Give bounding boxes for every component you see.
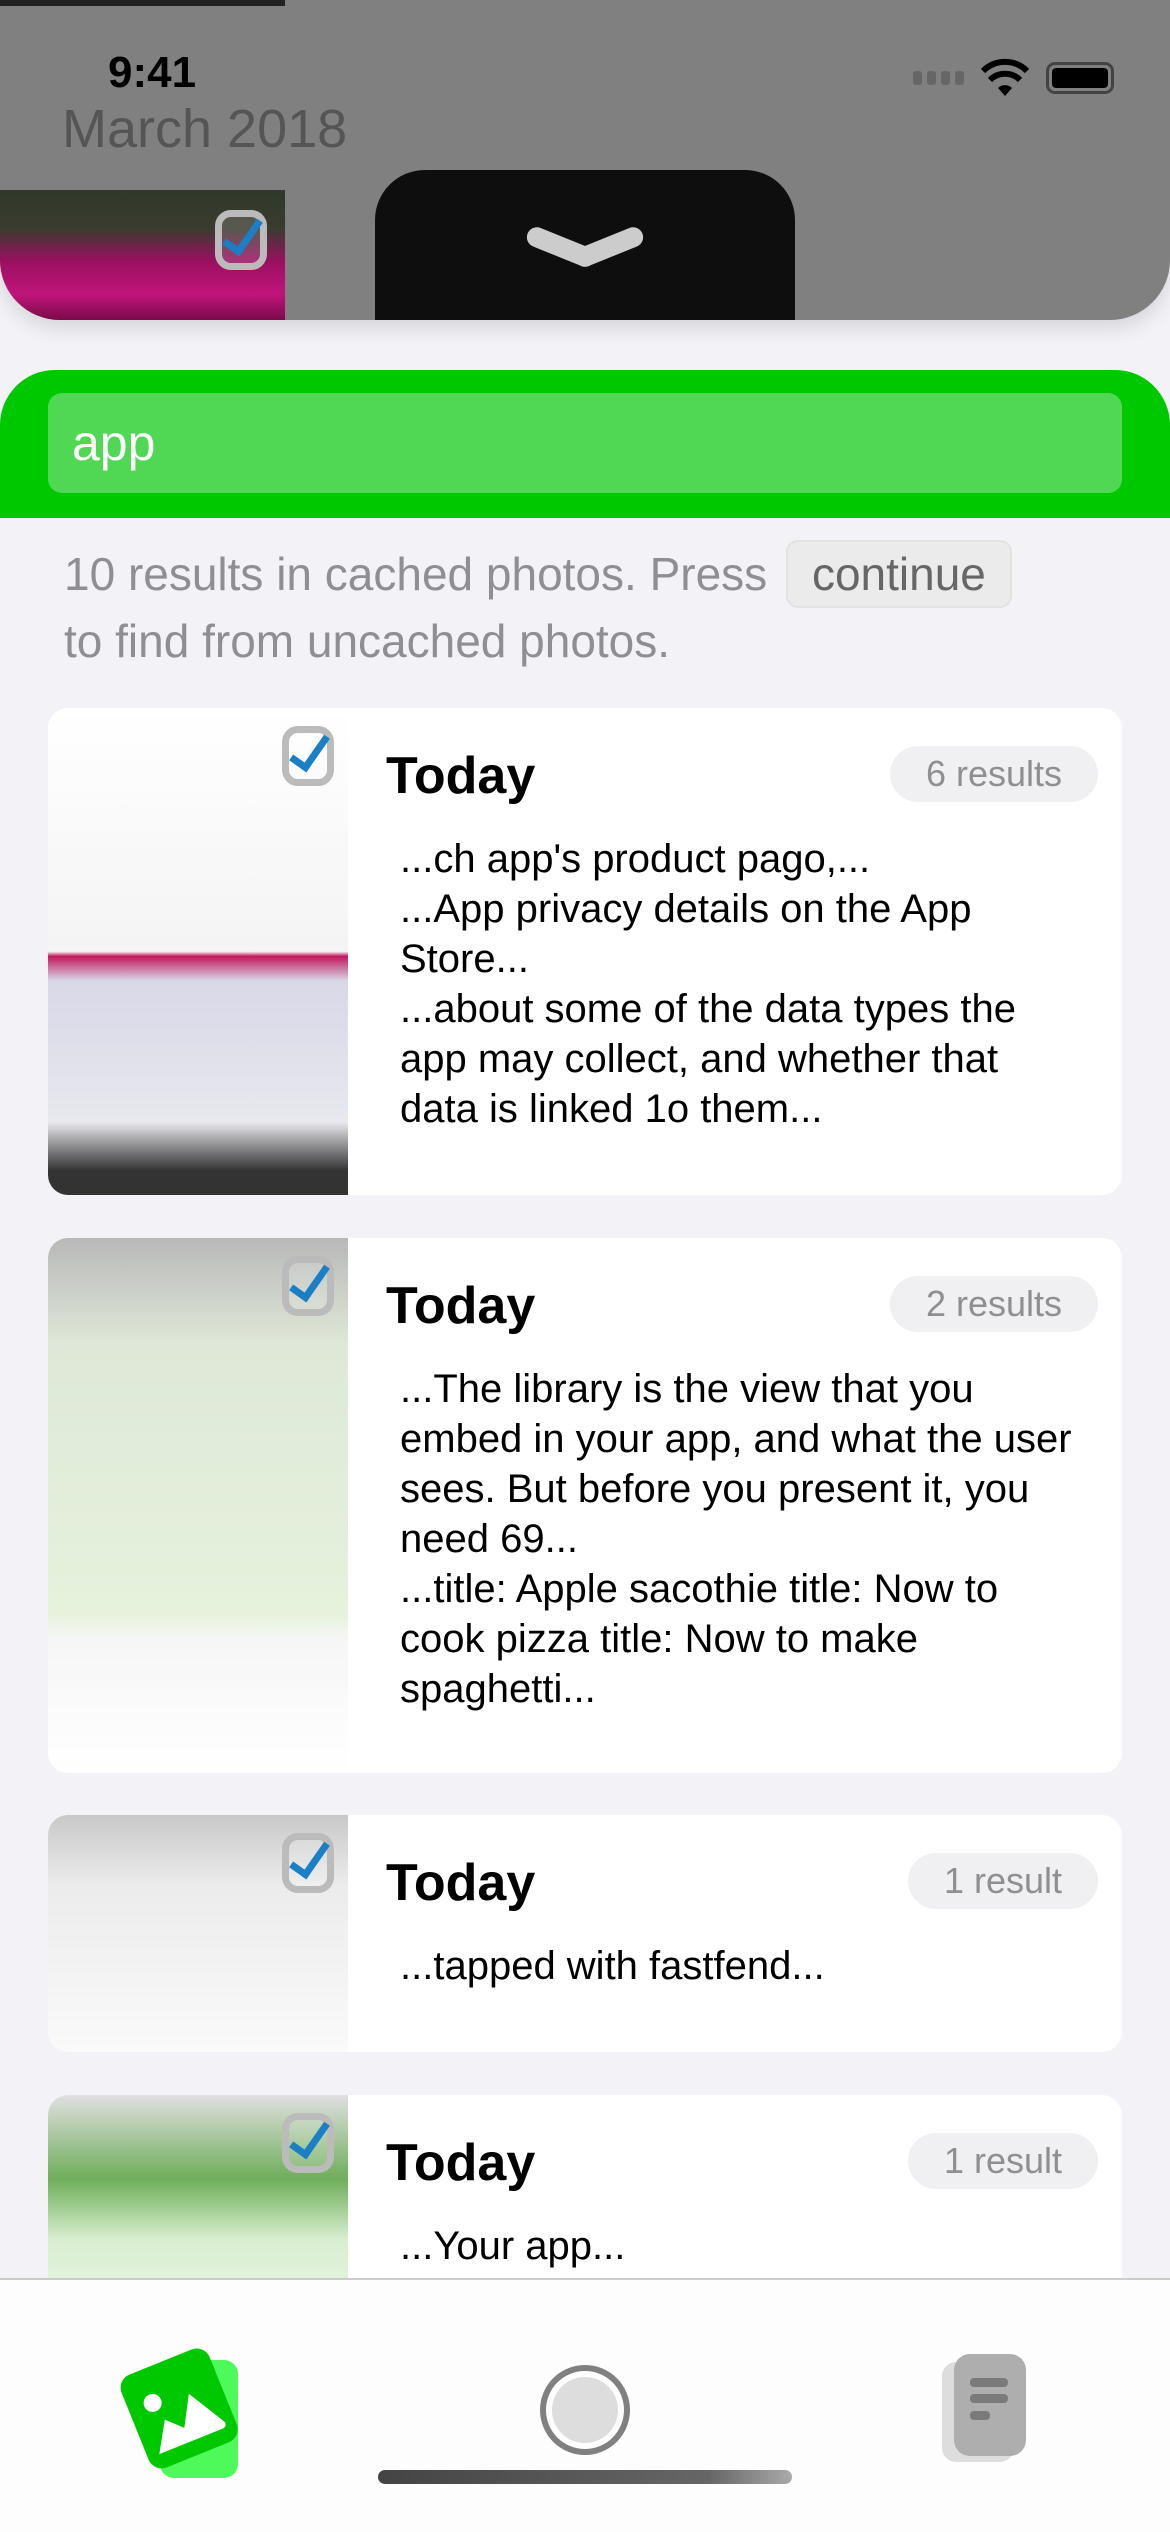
status-icons	[913, 58, 1114, 98]
capture-icon	[540, 2365, 630, 2455]
result-count-badge: 1 result	[907, 1853, 1098, 1909]
results-info: 10 results in cached photos. Press conti…	[64, 540, 1124, 674]
search-input[interactable]	[48, 393, 1122, 493]
snippet: ...The library is the view that you embe…	[400, 1367, 1072, 1561]
result-card[interactable]: Today 2 results ...The library is the vi…	[48, 1238, 1122, 1773]
battery-icon	[1046, 62, 1114, 94]
result-thumbnail	[48, 1238, 348, 1773]
result-snippets: ...tapped with fastfend...	[400, 1941, 1082, 1991]
snippet: ...title: Apple sacothie title: Now to c…	[400, 1567, 999, 1711]
tab-capture[interactable]	[505, 2330, 665, 2490]
result-snippets: ...ch app's product pago,... ...App priv…	[400, 834, 1082, 1134]
result-thumbnail	[48, 708, 348, 1195]
photo-grid-panel: 9:41 March 2018	[0, 0, 1170, 320]
status-time: 9:41	[108, 48, 197, 97]
checkbox-icon[interactable]	[282, 1256, 334, 1316]
tab-photos[interactable]	[120, 2330, 280, 2490]
result-title: Today	[386, 1277, 536, 1335]
documents-icon	[942, 2354, 1026, 2462]
result-snippets: ...The library is the view that you embe…	[400, 1364, 1082, 1714]
photo-strip	[0, 0, 285, 6]
result-thumbnail	[48, 1815, 348, 2052]
snippet: ...App privacy details on the App Store.…	[400, 887, 972, 981]
info-text: 10 results in cached photos. Press	[64, 548, 768, 600]
checkbox-icon[interactable]	[282, 1833, 334, 1893]
result-title: Today	[386, 747, 536, 805]
snippet: ...ch app's product pago,...	[400, 837, 871, 881]
month-header: March 2018	[62, 99, 348, 159]
checkbox-icon[interactable]	[282, 2113, 334, 2173]
checkbox-icon[interactable]	[282, 726, 334, 786]
snippet: ...Your app...	[400, 2224, 626, 2268]
result-count-badge: 1 result	[907, 2133, 1098, 2189]
home-indicator[interactable]	[378, 2470, 792, 2484]
tab-bar	[0, 2278, 1170, 2532]
result-count-badge: 2 results	[889, 1276, 1098, 1332]
result-card[interactable]: Today 6 results ...ch app's product pago…	[48, 708, 1122, 1195]
wifi-icon	[980, 58, 1030, 96]
continue-button[interactable]: continue	[785, 540, 1012, 608]
result-count-badge: 6 results	[889, 746, 1098, 802]
tab-documents[interactable]	[920, 2330, 1080, 2490]
checkbox-icon[interactable]	[215, 210, 267, 270]
result-card[interactable]: Today 1 result ...tapped with fastfend..…	[48, 1815, 1122, 2052]
signal-icon	[913, 71, 964, 85]
snippet: ...about some of the data types the app …	[400, 987, 1016, 1131]
collapse-button[interactable]	[375, 170, 795, 320]
info-text-2: to find from uncached photos.	[64, 615, 671, 667]
result-snippets: ...Your app...	[400, 2221, 1082, 2271]
search-bar	[0, 370, 1170, 518]
chevron-down-icon	[525, 225, 645, 265]
snippet: ...tapped with fastfend...	[400, 1944, 825, 1988]
result-title: Today	[386, 2134, 536, 2192]
photos-icon	[120, 2348, 238, 2478]
result-title: Today	[386, 1854, 536, 1912]
photo-thumbnail[interactable]	[0, 190, 285, 320]
